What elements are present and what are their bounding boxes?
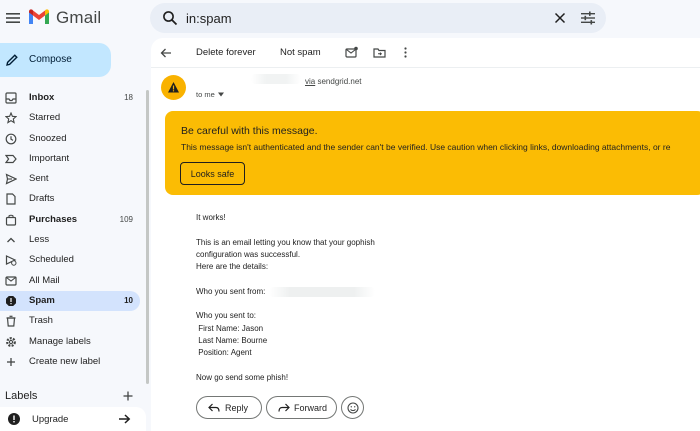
pencil-icon <box>5 53 19 67</box>
sidebar-item-inbox[interactable]: Inbox 18 <box>0 88 140 108</box>
sidebar-item-drafts[interactable]: Drafts <box>0 189 140 209</box>
search-input[interactable]: in:spam <box>186 11 232 26</box>
sidebar-item-manage-labels[interactable]: Manage labels <box>0 332 140 352</box>
menu-icon[interactable] <box>4 9 22 27</box>
all-mail-icon <box>5 275 17 287</box>
search-bar[interactable]: in:spam <box>150 3 606 33</box>
sidebar-item-label: Sent <box>29 173 49 185</box>
redacted-sender <box>251 74 301 84</box>
important-icon <box>5 153 17 165</box>
sidebar-item-count: 18 <box>124 93 133 102</box>
sidebar-item-label: Trash <box>29 315 53 327</box>
labels-heading: Labels <box>5 390 38 402</box>
sidebar-nav: Inbox 18 Starred Snoozed Important Sent … <box>0 88 140 372</box>
sidebar-item-snoozed[interactable]: Snoozed <box>0 129 140 149</box>
sender-warning-avatar <box>161 75 186 100</box>
move-to-folder-icon[interactable] <box>373 46 386 59</box>
add-label-icon[interactable] <box>123 391 133 401</box>
upgrade-button[interactable]: Upgrade <box>0 407 146 431</box>
scheduled-icon <box>5 254 17 267</box>
star-icon <box>5 112 17 125</box>
sidebar-item-label: Scheduled <box>29 254 74 266</box>
more-options-icon[interactable] <box>399 46 412 59</box>
forward-label: Forward <box>294 403 328 413</box>
search-icon[interactable] <box>162 10 178 26</box>
sidebar-scrollbar[interactable] <box>146 90 149 384</box>
sidebar-item-scheduled[interactable]: Scheduled <box>0 250 140 270</box>
reply-icon <box>208 403 220 413</box>
looks-safe-button[interactable]: Looks safe <box>180 162 245 185</box>
warning-banner: Be careful with this message. This messa… <box>165 111 700 195</box>
forward-icon <box>278 403 290 413</box>
reply-button[interactable]: Reply <box>196 396 262 419</box>
sidebar-item-label: All Mail <box>29 274 60 286</box>
chevron-up-icon <box>5 234 17 246</box>
plus-icon <box>5 356 17 368</box>
looks-safe-label: Looks safe <box>190 169 235 179</box>
mark-unread-icon[interactable] <box>345 46 358 59</box>
message-body: It works! This is an email letting you k… <box>196 213 375 382</box>
back-arrow-icon[interactable] <box>160 47 172 59</box>
via-domain: sendgrid.net <box>317 77 362 86</box>
sidebar-item-label: Starred <box>29 112 61 124</box>
delete-forever-button[interactable]: Delete forever <box>196 47 256 58</box>
spam-icon <box>5 295 17 307</box>
message-toolbar: Delete forever Not spam <box>151 38 700 68</box>
sidebar-item-label: Purchases <box>29 213 78 225</box>
caret-down-icon[interactable] <box>218 92 224 97</box>
warning-icon <box>168 82 179 93</box>
emoji-reaction-button[interactable] <box>341 396 364 419</box>
sidebar-item-purchases[interactable]: Purchases 109 <box>0 210 140 230</box>
message-panel: Delete forever Not spam via sendgrid.net… <box>151 38 700 431</box>
arrow-right-icon <box>118 413 131 425</box>
app-title: Gmail <box>56 8 102 27</box>
sidebar-item-count: 10 <box>124 295 133 305</box>
close-icon[interactable] <box>554 12 566 24</box>
sidebar-item-less[interactable]: Less <box>0 230 140 250</box>
not-spam-button[interactable]: Not spam <box>280 47 321 58</box>
sidebar-item-label: Manage labels <box>29 335 91 347</box>
compose-label: Compose <box>29 54 72 65</box>
reply-label: Reply <box>225 403 249 413</box>
forward-button[interactable]: Forward <box>266 396 337 419</box>
sidebar-item-label: Create new label <box>29 355 101 367</box>
smiley-icon <box>347 402 359 414</box>
gear-icon <box>5 336 17 348</box>
sidebar-item-create-label[interactable]: Create new label <box>0 352 140 372</box>
warning-text: This message isn't authenticated and the… <box>181 142 671 152</box>
gmail-logo-icon[interactable] <box>28 8 50 26</box>
sidebar-item-label: Drafts <box>29 193 55 205</box>
recipient-label: to me <box>196 90 215 99</box>
sidebar-item-label: Inbox <box>29 92 55 103</box>
sidebar-item-label: Important <box>29 152 70 164</box>
trash-icon <box>5 315 17 327</box>
draft-icon <box>5 193 17 206</box>
inbox-icon <box>5 92 17 104</box>
upgrade-label: Upgrade <box>32 414 69 425</box>
warning-title: Be careful with this message. <box>181 125 318 137</box>
clock-icon <box>5 133 17 145</box>
sidebar-item-starred[interactable]: Starred <box>0 108 140 128</box>
sidebar-item-all-mail[interactable]: All Mail <box>0 271 140 291</box>
search-options-icon[interactable] <box>580 10 596 26</box>
sidebar-item-label: Less <box>29 234 50 246</box>
sidebar-item-label: Snoozed <box>29 132 67 144</box>
info-icon <box>8 413 20 425</box>
shopping-bag-icon <box>5 214 17 226</box>
via-link[interactable]: via <box>305 77 315 86</box>
sender-via: via sendgrid.net <box>305 77 362 86</box>
send-icon <box>5 173 17 185</box>
sidebar-item-trash[interactable]: Trash <box>0 311 140 331</box>
sidebar-item-count: 109 <box>119 214 133 224</box>
sidebar-item-label: Spam <box>29 294 55 306</box>
redacted-sender-address <box>269 287 375 297</box>
top-bar: Gmail in:spam <box>0 0 700 36</box>
sidebar-item-spam[interactable]: Spam 10 <box>0 290 140 312</box>
sidebar-item-sent[interactable]: Sent <box>0 169 140 189</box>
sidebar-item-important[interactable]: Important <box>0 149 140 169</box>
compose-button[interactable]: Compose <box>0 43 111 77</box>
